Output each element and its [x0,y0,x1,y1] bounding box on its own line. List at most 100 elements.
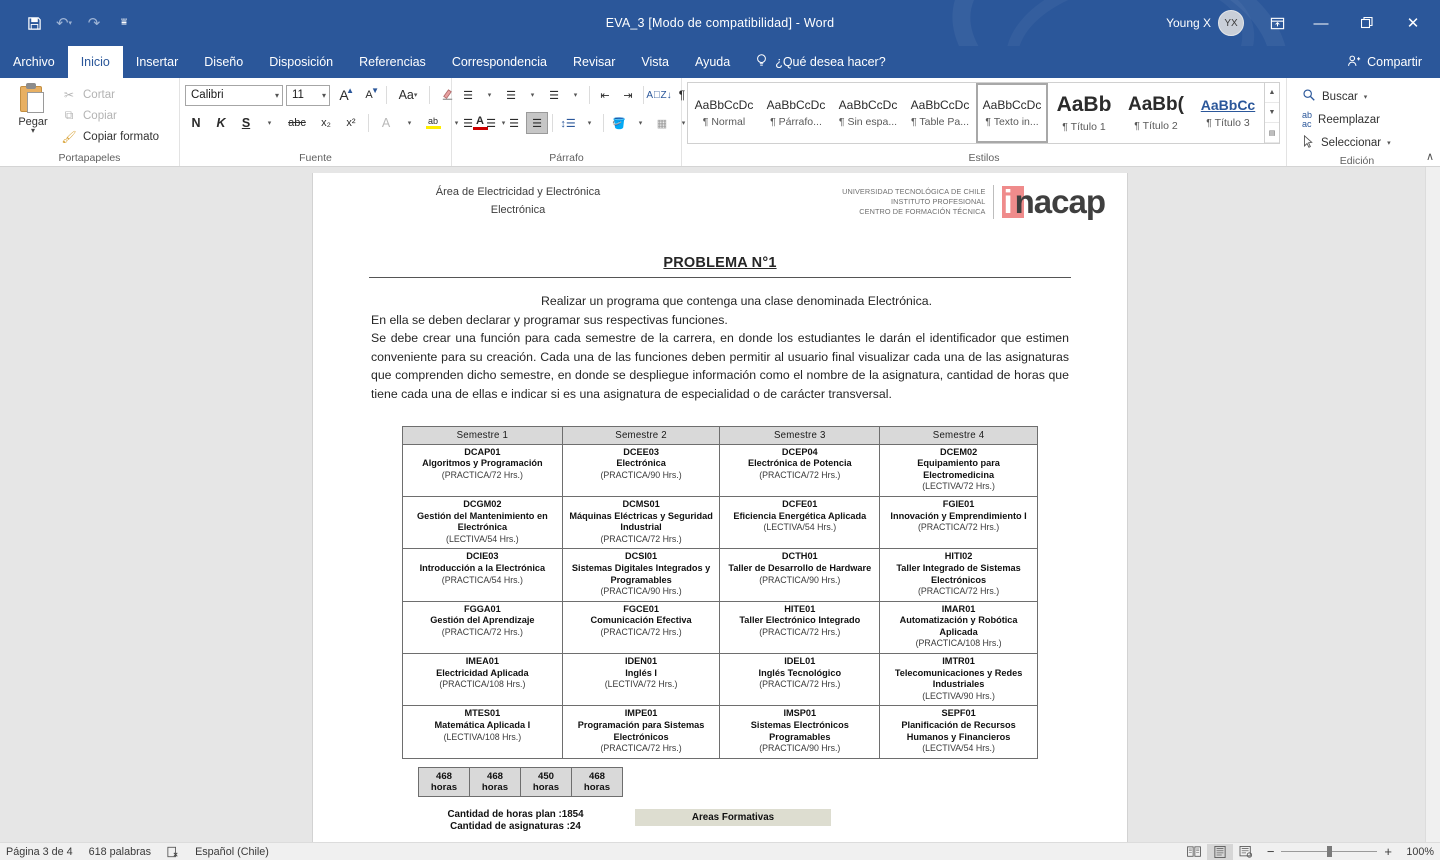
redo-icon[interactable]: ↷ [80,10,108,36]
body-paragraphs[interactable]: Realizar un programa que contenga una cl… [371,292,1069,404]
cut-button[interactable]: ✂ Cortar [61,85,159,104]
title-rule [369,277,1071,278]
increase-indent-button[interactable]: ⇥ [617,84,639,106]
zoom-slider[interactable]: − + [1267,844,1392,859]
tab-disposicion[interactable]: Disposición [256,46,346,78]
minimize-button[interactable]: — [1298,0,1344,46]
styles-more-icon[interactable]: ▤ [1265,123,1279,143]
numbering-dropdown-icon[interactable]: ▾ [523,84,542,106]
align-right-button[interactable]: ☰ [503,112,525,134]
close-button[interactable]: ✕ [1390,0,1436,46]
customize-quick-access-icon[interactable]: ⩸ [110,10,138,36]
underline-button[interactable]: S [235,112,257,134]
bullets-button[interactable]: ☰ [457,84,479,106]
proofing-icon[interactable] [167,846,179,858]
course-code: DCAP01 [464,446,501,457]
styles-scroll-down-icon[interactable]: ▼ [1265,103,1279,123]
tab-ayuda[interactable]: Ayuda [682,46,743,78]
tab-inicio[interactable]: Inicio [67,46,123,78]
ribbon-group-font: Calibri ▾ 11 ▾ A ▲ A ▼ Aa ▾ N K S ▾ abc … [180,78,505,166]
line-spacing-dropdown-icon[interactable]: ▾ [580,112,599,134]
italic-button[interactable]: K [210,112,232,134]
collapse-ribbon-icon[interactable]: ∧ [1426,150,1434,163]
highlight-color-button[interactable]: ab [422,112,444,134]
decrease-indent-button[interactable]: ⇤ [594,84,616,106]
university-line-3: CENTRO DE FORMACIÓN TÉCNICA [859,207,986,216]
find-button[interactable]: Buscar ▾ [1302,85,1367,108]
strikethrough-button[interactable]: abc [282,112,312,134]
save-icon[interactable] [20,10,48,36]
font-size-combo[interactable]: 11 ▾ [286,84,330,106]
format-painter-button[interactable]: 🖌 Copiar formato [61,127,159,146]
bullets-dropdown-icon[interactable]: ▾ [480,84,499,106]
styles-gallery-scrollbar[interactable]: ▲ ▼ ▤ [1264,83,1279,143]
vertical-scrollbar[interactable] [1425,167,1440,842]
page-indicator[interactable]: Página 3 de 4 [6,846,73,858]
replace-button[interactable]: ab ac Reemplazar [1302,108,1380,131]
align-center-button[interactable]: ☰ [480,112,502,134]
paste-dropdown-icon[interactable]: ▾ [31,127,35,135]
style-titulo-3[interactable]: AaBbCc ¶ Título 3 [1192,83,1264,143]
zoom-in-button[interactable]: + [1384,844,1392,859]
line-spacing-button[interactable]: ↕☰ [557,112,579,134]
tab-diseno[interactable]: Diseño [191,46,256,78]
multilevel-list-button[interactable]: ☰ [543,84,565,106]
style-texto-independiente[interactable]: AaBbCcDc ¶ Texto in... [976,83,1048,143]
justify-button[interactable]: ☰ [526,112,548,134]
select-button[interactable]: Seleccionar ▾ [1302,131,1391,154]
read-mode-icon[interactable] [1181,844,1207,860]
bold-button[interactable]: N [185,112,207,134]
align-left-button[interactable]: ☰ [457,112,479,134]
select-dropdown-icon[interactable]: ▾ [1387,139,1391,147]
style-normal[interactable]: AaBbCcDc ¶ Normal [688,83,760,143]
tab-archivo[interactable]: Archivo [0,46,68,78]
paste-button[interactable]: Pegar ▾ [5,81,61,135]
word-count[interactable]: 618 palabras [89,846,151,858]
zoom-level[interactable]: 100% [1400,846,1434,858]
text-effects-button[interactable]: A [375,112,397,134]
undo-icon[interactable]: ↶ ▾ [50,10,78,36]
style-titulo-2[interactable]: AaBb( ¶ Título 2 [1120,83,1192,143]
style-sin-espaciado[interactable]: AaBbCcDc ¶ Sin espa... [832,83,904,143]
tab-insertar[interactable]: Insertar [123,46,191,78]
style-parrafo[interactable]: AaBbCcDc ¶ Párrafo... [760,83,832,143]
multilevel-dropdown-icon[interactable]: ▾ [566,84,585,106]
font-family-combo[interactable]: Calibri ▾ [185,84,283,106]
avatar[interactable]: YX [1218,10,1244,36]
style-titulo-1[interactable]: AaBb ¶ Título 1 [1048,83,1120,143]
subscript-button[interactable]: x₂ [315,112,337,134]
tab-correspondencia[interactable]: Correspondencia [439,46,560,78]
inacap-logo: i nacap [1002,185,1106,218]
sort-button[interactable]: A⃫Z↓ [646,84,671,106]
superscript-button[interactable]: x² [340,112,362,134]
grow-font-button[interactable]: A ▲ [333,84,355,106]
restore-button[interactable] [1344,0,1390,46]
numbering-button[interactable]: ☰ [500,84,522,106]
copy-button[interactable]: ⧉ Copiar [61,106,159,125]
zoom-track[interactable] [1281,846,1378,857]
shading-button[interactable]: 🪣 [608,112,630,134]
styles-scroll-up-icon[interactable]: ▲ [1265,83,1279,103]
tab-referencias[interactable]: Referencias [346,46,439,78]
shrink-font-button[interactable]: A ▼ [358,84,380,106]
document-page[interactable]: Área de Electricidad y Electrónica Elect… [312,173,1128,842]
tell-me-box[interactable]: ¿Qué desea hacer? [743,46,898,78]
underline-dropdown-icon[interactable]: ▾ [260,112,279,134]
course-name: Electricidad Aplicada [436,667,529,678]
text-effects-dropdown-icon[interactable]: ▾ [400,112,419,134]
borders-button[interactable]: ▦ [651,112,673,134]
account-area[interactable]: Young X YX [1166,10,1244,36]
ribbon-display-options-icon[interactable] [1256,5,1298,41]
language-indicator[interactable]: Español (Chile) [195,846,269,858]
web-layout-icon[interactable] [1233,844,1259,860]
style-table-paragraph[interactable]: AaBbCcDc ¶ Table Pa... [904,83,976,143]
change-case-button[interactable]: Aa ▾ [393,84,423,106]
share-button[interactable]: Compartir [1335,46,1440,78]
zoom-out-button[interactable]: − [1267,844,1275,859]
find-dropdown-icon[interactable]: ▾ [1364,93,1368,101]
tab-revisar[interactable]: Revisar [560,46,628,78]
zoom-thumb[interactable] [1327,846,1333,857]
print-layout-icon[interactable] [1206,843,1233,860]
shading-dropdown-icon[interactable]: ▾ [631,112,650,134]
tab-vista[interactable]: Vista [628,46,682,78]
